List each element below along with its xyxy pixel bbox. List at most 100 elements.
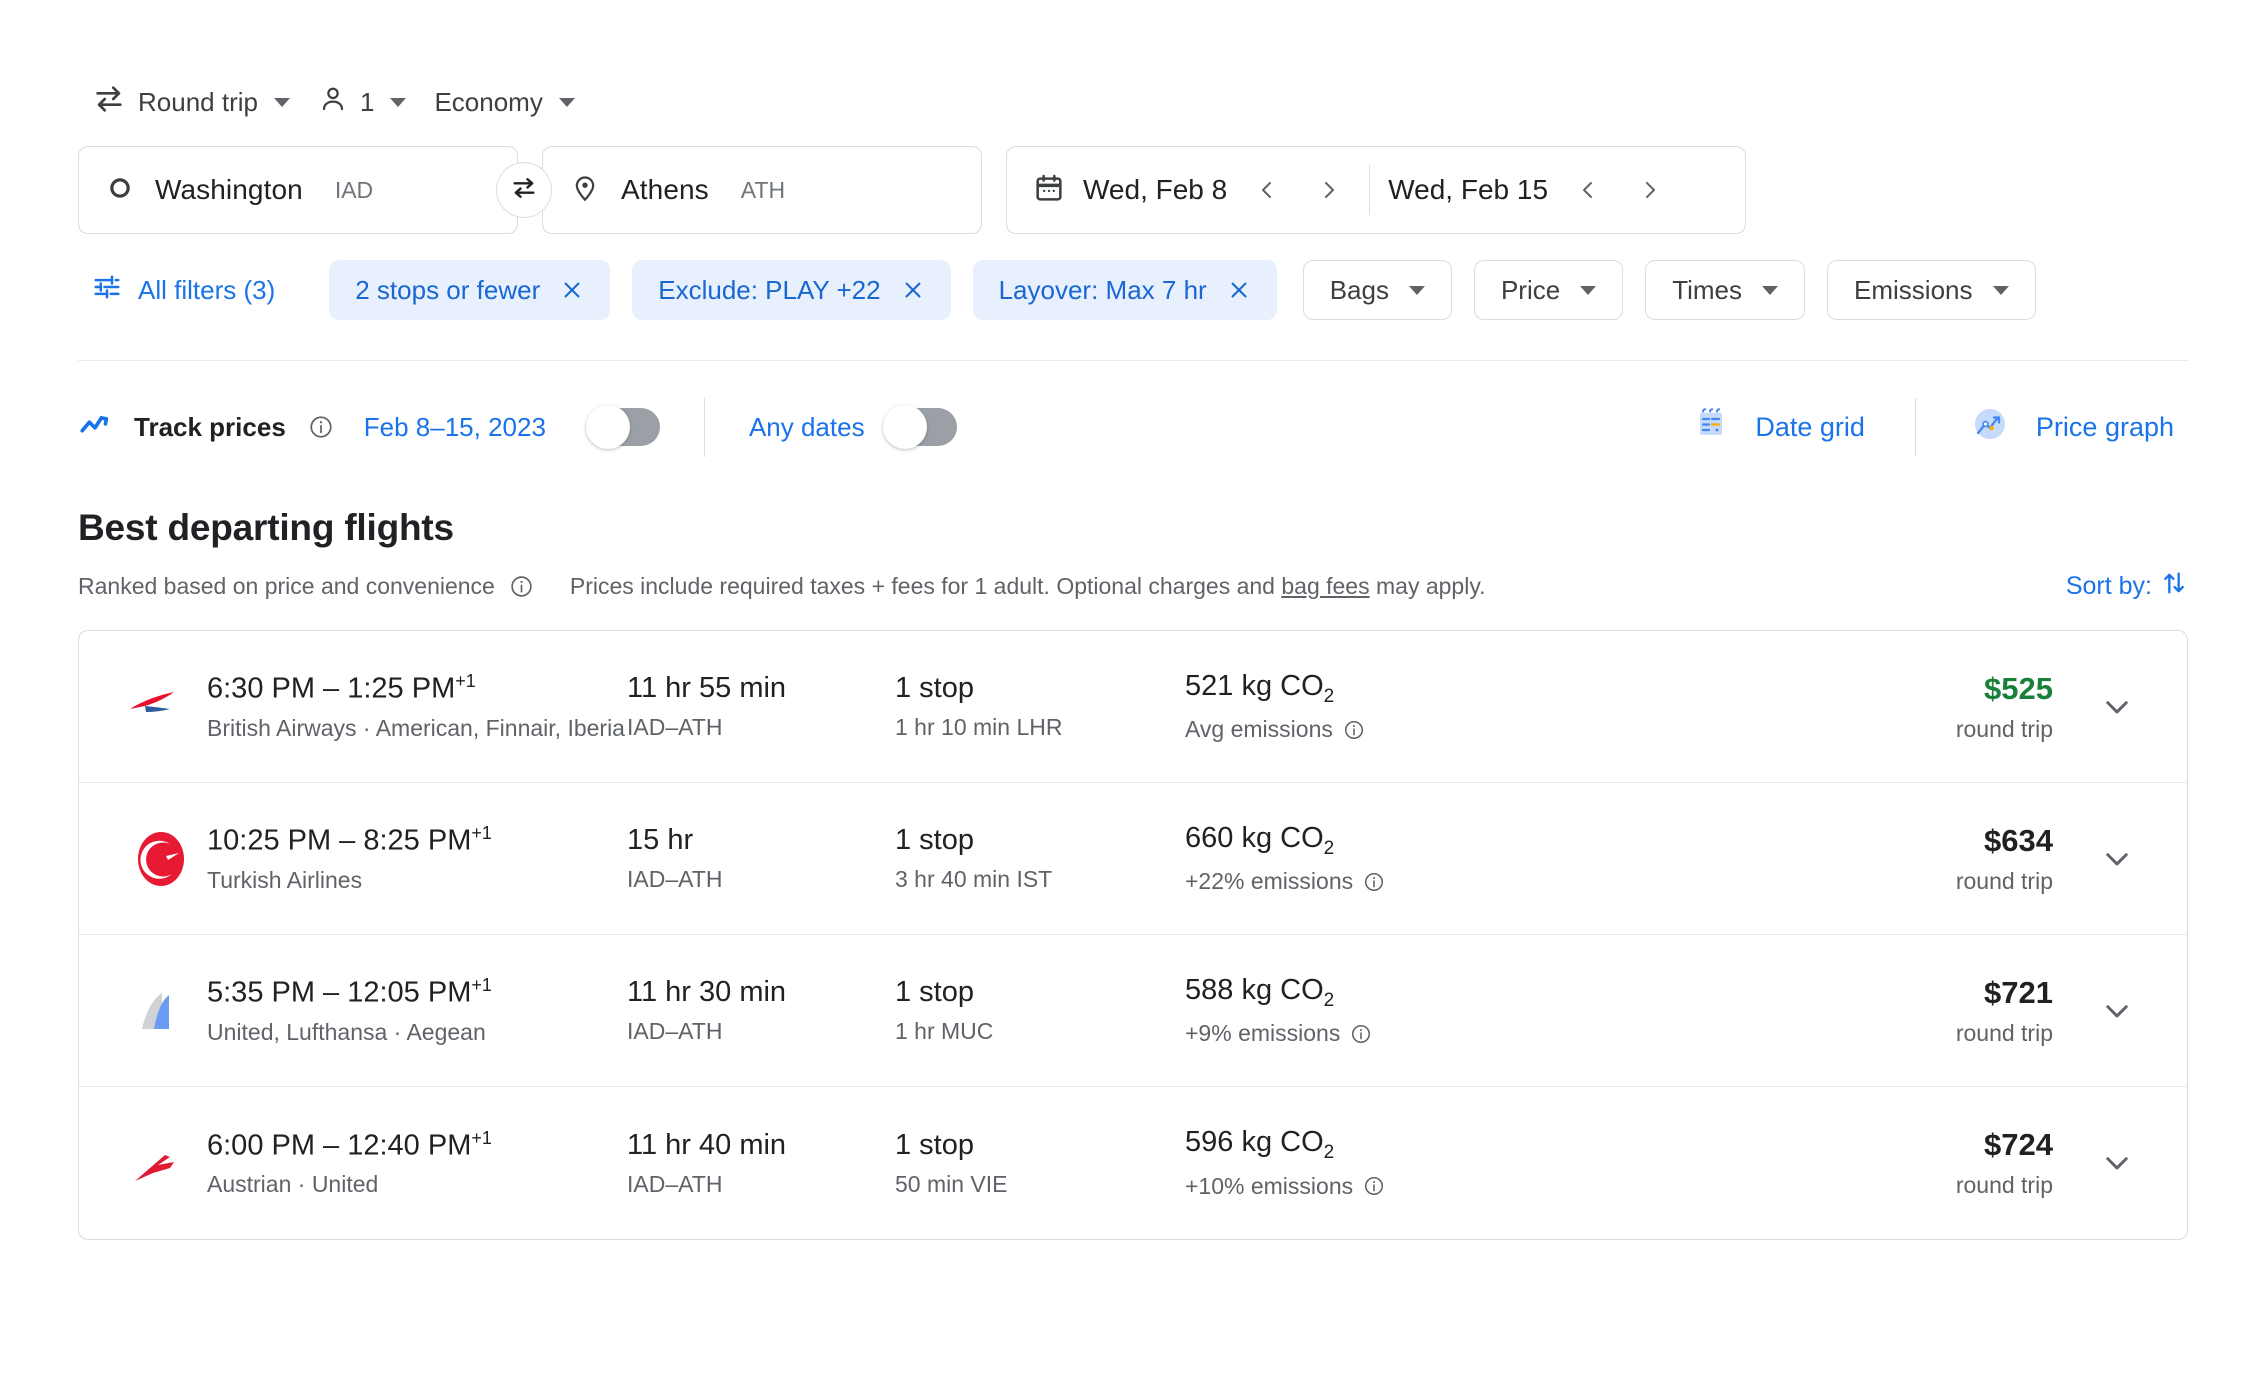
return-prev-day-button[interactable] (1566, 168, 1610, 212)
flight-emissions-text: +22% emissions (1185, 868, 1353, 895)
info-icon[interactable] (1343, 719, 1365, 741)
track-prices-toggle[interactable] (588, 408, 660, 446)
flight-duration: 11 hr 40 min (627, 1129, 895, 1162)
table-row[interactable]: 10:25 PM – 8:25 PM+1 Turkish Airlines 15… (79, 783, 2187, 935)
flight-co2-value: 521 kg CO (1185, 670, 1324, 702)
flight-route: IAD–ATH (627, 1171, 895, 1198)
track-date-range[interactable]: Feb 8–15, 2023 (364, 412, 546, 443)
co2-subscript: 2 (1324, 989, 1335, 1010)
flight-price-column: $721 round trip (1871, 975, 2081, 1047)
price-graph-button[interactable]: Price graph (1952, 390, 2188, 465)
info-icon[interactable] (308, 414, 334, 440)
return-next-day-button[interactable] (1628, 168, 1672, 212)
cabin-class-selector[interactable]: Economy (420, 76, 588, 128)
close-icon[interactable] (1227, 278, 1251, 302)
info-icon[interactable] (1363, 871, 1385, 893)
flight-layover: 50 min VIE (895, 1171, 1185, 1198)
date-grid-button[interactable]: Date grid (1675, 392, 1879, 463)
date-grid-label: Date grid (1755, 412, 1865, 443)
origin-city: Washington (155, 174, 303, 206)
section-divider (78, 360, 2188, 361)
expand-flight-button[interactable] (2081, 671, 2153, 743)
view-switch-divider (1915, 398, 1916, 456)
flight-route: IAD–ATH (627, 1018, 895, 1045)
flight-co2-value: 588 kg CO (1185, 974, 1324, 1006)
flight-co2: 588 kg CO2 (1185, 974, 1515, 1012)
table-row[interactable]: 5:35 PM – 12:05 PM+1 United, Lufthansa ·… (79, 935, 2187, 1087)
bag-fees-link[interactable]: bag fees (1281, 573, 1369, 599)
search-fields-row: Washington IAD Athens ATH (78, 146, 2188, 234)
view-switch-group: Date grid Price graph (1675, 390, 2188, 465)
sort-by-button[interactable]: Sort by: (2066, 569, 2188, 604)
ranking-note-text: Ranked based on price and convenience (78, 573, 495, 600)
flight-duration: 11 hr 30 min (627, 976, 895, 1009)
filter-button-bags-label: Bags (1330, 275, 1389, 306)
flight-stops-column: 1 stop 1 hr 10 min LHR (895, 672, 1185, 741)
info-icon[interactable] (1350, 1023, 1372, 1045)
flight-price: $721 (1984, 975, 2053, 1011)
filter-chip-layover[interactable]: Layover: Max 7 hr (973, 260, 1277, 320)
co2-subscript: 2 (1324, 685, 1335, 706)
track-prices-label: Track prices (134, 412, 286, 443)
filter-button-emissions-label: Emissions (1854, 275, 1972, 306)
all-filters-label: All filters (3) (138, 275, 275, 306)
info-icon[interactable] (509, 574, 534, 599)
departure-prev-day-button[interactable] (1245, 168, 1289, 212)
flight-price-note: round trip (1956, 1172, 2053, 1199)
filter-chip-stops[interactable]: 2 stops or fewer (329, 260, 610, 320)
flight-price: $525 (1984, 671, 2053, 707)
close-icon[interactable] (901, 278, 925, 302)
chevron-down-icon (390, 98, 406, 107)
toggle-knob (883, 405, 927, 449)
flight-route: IAD–ATH (627, 866, 895, 893)
departure-date-segment[interactable]: Wed, Feb 8 (1033, 147, 1351, 233)
destination-input[interactable]: Athens ATH (542, 146, 982, 234)
results-header: Best departing flights Ranked based on p… (78, 507, 2188, 604)
table-row[interactable]: 6:00 PM – 12:40 PM+1 Austrian · United 1… (79, 1087, 2187, 1239)
flight-duration-column: 11 hr 40 min IAD–ATH (627, 1129, 895, 1198)
info-icon[interactable] (1363, 1175, 1385, 1197)
legal-pre: Prices include required taxes + fees for… (570, 573, 1282, 599)
filter-button-bags[interactable]: Bags (1303, 260, 1452, 320)
flight-airlines: British Airways · American, Finnair, Ibe… (207, 715, 627, 742)
flight-duration: 11 hr 55 min (627, 672, 895, 705)
flight-emissions-text: Avg emissions (1185, 716, 1333, 743)
close-icon[interactable] (560, 278, 584, 302)
filter-button-emissions[interactable]: Emissions (1827, 260, 2035, 320)
filter-chip-exclude-label: Exclude: PLAY +22 (658, 275, 880, 306)
flight-times-column: 10:25 PM – 8:25 PM+1 Turkish Airlines (207, 823, 627, 894)
chevron-down-icon (559, 98, 575, 107)
date-grid-icon (1689, 402, 1733, 453)
all-filters-button[interactable]: All filters (3) (78, 262, 293, 318)
trip-type-selector[interactable]: Round trip (78, 76, 304, 128)
legal-post: may apply. (1370, 573, 1486, 599)
dates-input-group: Wed, Feb 8 Wed, Feb 15 (1006, 146, 1746, 234)
filter-chip-exclude-airlines[interactable]: Exclude: PLAY +22 (632, 260, 950, 320)
flight-times-text: 6:00 PM – 12:40 PM (207, 1129, 471, 1161)
filter-button-price[interactable]: Price (1474, 260, 1623, 320)
flight-stops-column: 1 stop 50 min VIE (895, 1129, 1185, 1198)
flight-results-list: 6:30 PM – 1:25 PM+1 British Airways · Am… (78, 630, 2188, 1240)
filter-chip-layover-label: Layover: Max 7 hr (999, 275, 1207, 306)
expand-flight-button[interactable] (2081, 823, 2153, 895)
filter-button-times[interactable]: Times (1645, 260, 1805, 320)
table-row[interactable]: 6:30 PM – 1:25 PM+1 British Airways · Am… (79, 631, 2187, 783)
origin-input[interactable]: Washington IAD (78, 146, 518, 234)
legal-note: Prices include required taxes + fees for… (570, 573, 1486, 600)
any-dates-label[interactable]: Any dates (749, 412, 865, 443)
turkish-airlines-logo (115, 828, 207, 890)
any-dates-toggle[interactable] (885, 408, 957, 446)
flight-times: 6:30 PM – 1:25 PM+1 (207, 671, 627, 706)
flight-times-text: 6:30 PM – 1:25 PM (207, 673, 455, 705)
return-date-segment[interactable]: Wed, Feb 15 (1388, 147, 1672, 233)
expand-flight-button[interactable] (2081, 975, 2153, 1047)
track-prices-group: Track prices Feb 8–15, 2023 (78, 408, 660, 447)
expand-flight-button[interactable] (2081, 1127, 2153, 1199)
chevron-down-icon (1762, 286, 1778, 295)
flight-emissions-note: Avg emissions (1185, 716, 1515, 743)
passengers-selector[interactable]: 1 (304, 76, 420, 128)
united-lufthansa-logo (115, 983, 207, 1039)
flight-price-note: round trip (1956, 868, 2053, 895)
departure-next-day-button[interactable] (1307, 168, 1351, 212)
swap-locations-button[interactable] (496, 162, 552, 218)
